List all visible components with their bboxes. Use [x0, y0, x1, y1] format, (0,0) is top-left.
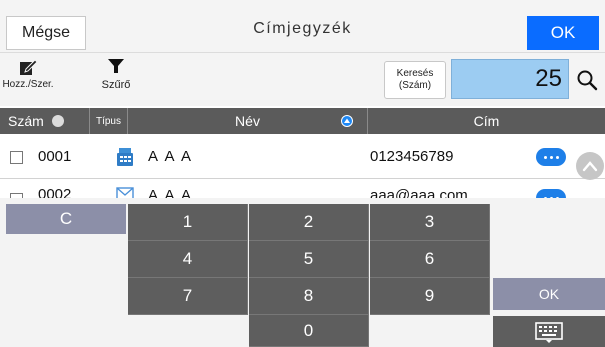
magnifier-icon — [577, 70, 598, 91]
filter-label: Szűrő — [101, 79, 131, 91]
filter-button[interactable]: Szűrő — [92, 57, 140, 91]
digit-key-3[interactable]: 3 — [370, 204, 490, 241]
digit-key-6[interactable]: 6 — [370, 241, 490, 278]
more-options-button[interactable] — [536, 148, 566, 166]
chevron-up-icon — [582, 161, 598, 172]
sort-indicator-icon — [51, 115, 64, 127]
toolbar: Hozz./Szer. Szűrő Keresés (Szám) 25 — [0, 52, 605, 106]
scroll-up-button[interactable] — [576, 152, 604, 180]
ok-button[interactable]: OK — [527, 16, 599, 50]
dot-icon — [555, 155, 559, 159]
keyboard-icon — [535, 321, 563, 343]
keypad-ok-button[interactable]: OK — [493, 278, 605, 310]
table-header: Szám Típus Név Cím — [0, 108, 605, 134]
search-mode-button[interactable]: Keresés (Szám) — [384, 61, 446, 99]
digit-key-7[interactable]: 7 — [128, 278, 248, 315]
search-mode-line2: (Szám) — [398, 80, 432, 91]
add-edit-label: Hozz./Szer. — [2, 79, 54, 90]
search-input[interactable]: 25 — [451, 59, 569, 99]
sort-active-icon — [341, 115, 353, 127]
digit-key-5[interactable]: 5 — [249, 241, 369, 278]
digit-key-4[interactable]: 4 — [128, 241, 248, 278]
title-bar: Mégse Címjegyzék OK — [0, 0, 605, 52]
column-name-label: Név — [235, 113, 260, 129]
add-edit-button[interactable]: Hozz./Szer. — [2, 57, 54, 90]
column-address-label: Cím — [473, 113, 500, 129]
page-title: Címjegyzék — [253, 20, 352, 37]
numeric-keypad: C 1 2 3 4 5 6 7 8 9 0 OK — [0, 198, 605, 347]
search-mode-line1: Keresés — [396, 68, 434, 79]
column-type-label: Típus — [95, 115, 121, 127]
keyboard-toggle-button[interactable] — [493, 316, 605, 347]
column-address: Cím — [368, 108, 605, 134]
digit-key-2[interactable]: 2 — [249, 204, 369, 241]
clear-key[interactable]: C — [6, 204, 126, 234]
dot-icon — [543, 155, 547, 159]
column-type: Típus — [90, 108, 128, 134]
add-edit-icon — [20, 59, 38, 75]
row-address: 0123456789 — [370, 148, 454, 165]
digit-key-0[interactable]: 0 — [249, 315, 369, 347]
table-row[interactable]: 0001 A A A 0123456789 — [0, 135, 605, 179]
search-button[interactable] — [574, 65, 600, 95]
column-number-label: Szám — [8, 113, 44, 129]
column-name[interactable]: Név — [128, 108, 368, 134]
row-name: A A A — [148, 148, 194, 165]
digit-key-1[interactable]: 1 — [128, 204, 248, 241]
column-number[interactable]: Szám — [0, 108, 90, 134]
filter-icon — [108, 59, 124, 73]
dot-icon — [549, 155, 553, 159]
row-checkbox[interactable] — [10, 151, 23, 164]
fax-icon — [116, 147, 134, 171]
digit-key-8[interactable]: 8 — [249, 278, 369, 315]
digit-key-9[interactable]: 9 — [370, 278, 490, 315]
row-number: 0001 — [38, 148, 72, 165]
